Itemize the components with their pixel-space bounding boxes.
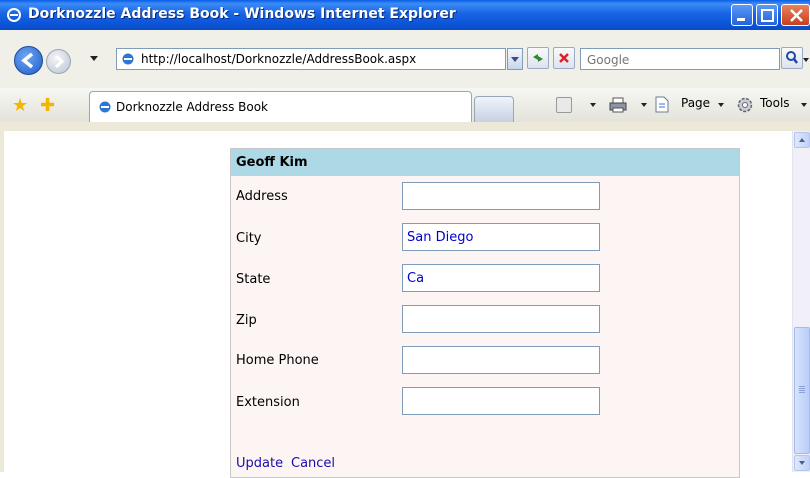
browser-window: Dorknozzle Address Book - Windows Intern… [0, 0, 810, 478]
address-bar[interactable]: http://localhost/Dorknozzle/AddressBook.… [116, 48, 506, 70]
refresh-button[interactable] [527, 47, 549, 69]
zip-field[interactable] [402, 305, 600, 333]
vertical-scrollbar[interactable] [792, 131, 810, 472]
search-button[interactable] [781, 47, 803, 69]
stop-button[interactable] [553, 47, 575, 69]
new-tab-button[interactable] [474, 96, 514, 122]
minimize-button[interactable] [731, 4, 753, 26]
tab-label: Dorknozzle Address Book [116, 100, 269, 114]
page-menu-label[interactable]: Page [681, 96, 710, 114]
address-edit-form: Geoff Kim Address City State Zip Home Ph… [230, 148, 740, 478]
add-favorites-icon[interactable]: ✚ [40, 97, 55, 115]
city-label: City [236, 231, 262, 246]
state-field[interactable] [402, 264, 600, 292]
extension-field[interactable] [402, 387, 600, 415]
stop-icon [559, 53, 569, 63]
address-dropdown-button[interactable] [507, 48, 523, 70]
forward-button[interactable] [46, 49, 71, 74]
tools-menu-label[interactable]: Tools [760, 96, 790, 114]
forward-arrow-icon [54, 54, 65, 69]
ie-page-icon [99, 101, 111, 113]
search-icon [786, 51, 798, 64]
scroll-down-button[interactable] [794, 455, 810, 471]
maximize-button[interactable] [756, 4, 778, 26]
zip-label: Zip [236, 313, 257, 328]
tab-dorknozzle-address-book[interactable]: Dorknozzle Address Book [89, 91, 472, 122]
employee-name: Geoff Kim [236, 155, 308, 170]
back-button[interactable] [14, 46, 43, 75]
form-header: Geoff Kim [231, 149, 739, 176]
scroll-thumb[interactable] [794, 327, 810, 454]
cancel-link[interactable]: Cancel [291, 456, 335, 471]
search-box[interactable] [580, 48, 780, 70]
address-url[interactable]: http://localhost/Dorknozzle/AddressBook.… [141, 52, 416, 66]
print-dropdown-icon[interactable] [641, 103, 647, 107]
gear-icon[interactable] [736, 96, 754, 114]
page-dropdown-icon[interactable] [718, 103, 724, 107]
refresh-icon [533, 54, 543, 62]
search-options-dropdown-icon[interactable] [803, 58, 809, 62]
home-phone-field[interactable] [402, 346, 600, 374]
feeds-icon[interactable] [556, 97, 572, 113]
feeds-dropdown-icon[interactable] [590, 103, 596, 107]
home-phone-label: Home Phone [236, 353, 319, 368]
ie-logo-icon [7, 8, 21, 22]
update-link[interactable]: Update [236, 456, 283, 471]
back-arrow-icon [21, 52, 34, 69]
address-field[interactable] [402, 182, 600, 210]
city-field[interactable] [402, 223, 600, 251]
scroll-up-button[interactable] [794, 132, 810, 148]
close-button[interactable] [781, 4, 810, 26]
window-title: Dorknozzle Address Book - Windows Intern… [28, 6, 456, 22]
print-icon[interactable] [609, 97, 627, 113]
favorites-star-icon[interactable]: ★ [12, 97, 28, 115]
state-label: State [236, 272, 271, 287]
recent-pages-dropdown-icon[interactable] [90, 56, 98, 61]
page-icon [122, 53, 134, 65]
search-input[interactable] [585, 51, 775, 69]
title-bar: Dorknozzle Address Book - Windows Intern… [0, 0, 810, 30]
page-menu-icon[interactable] [655, 96, 669, 113]
tools-dropdown-icon[interactable] [801, 103, 807, 107]
extension-label: Extension [236, 395, 300, 410]
address-label: Address [236, 189, 288, 204]
